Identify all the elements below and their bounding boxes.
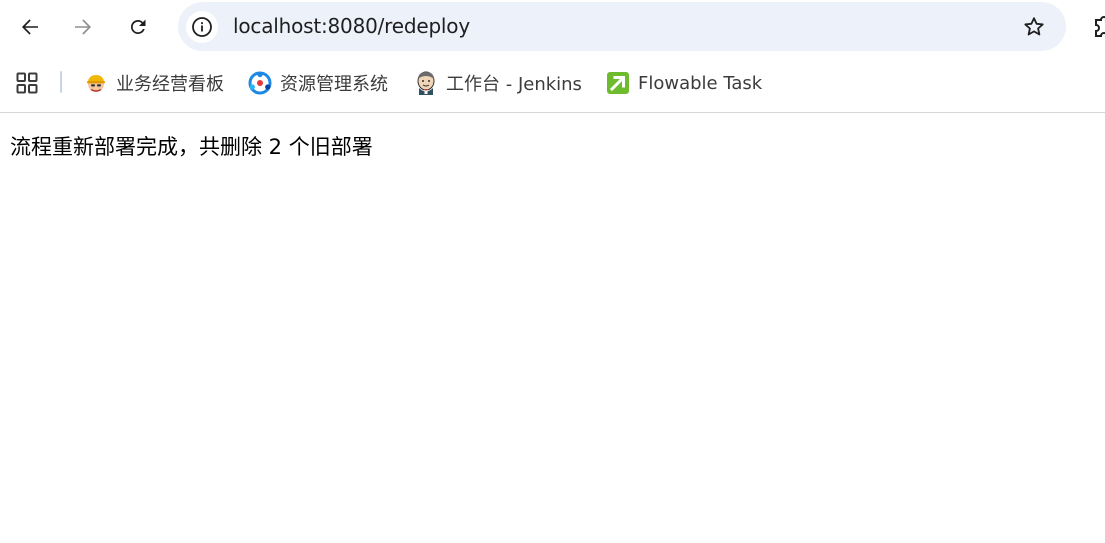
browser-toolbar: localhost:8080/redeploy [0, 0, 1105, 56]
toolbar-divider [0, 112, 1105, 113]
extensions-button[interactable] [1093, 14, 1105, 40]
star-icon [1024, 17, 1044, 36]
bookmarks-bar: 业务经营看板 资源管理系统 工作台 - Jenkins Flowable Tas… [0, 56, 1105, 112]
bookmarks-separator [60, 71, 62, 93]
forward-button[interactable] [66, 10, 100, 44]
resource-logo-icon [248, 71, 272, 95]
bookmark-label: Flowable Task [638, 72, 763, 94]
apps-grid-icon [16, 72, 38, 94]
puzzle-icon [1095, 16, 1105, 37]
bookmark-star-button[interactable] [1020, 13, 1048, 41]
bookmark-jenkins[interactable]: 工作台 - Jenkins [414, 68, 582, 98]
bookmark-business-dashboard[interactable]: 业务经营看板 [84, 68, 224, 98]
jenkins-icon [414, 71, 438, 95]
info-icon [192, 17, 212, 37]
bookmark-resource-system[interactable]: 资源管理系统 [248, 68, 388, 98]
bookmark-label: 工作台 - Jenkins [446, 74, 582, 95]
url-text[interactable]: localhost:8080/redeploy [233, 14, 470, 38]
flowable-icon [606, 71, 630, 95]
redeploy-result-message: 流程重新部署完成，共删除 2 个旧部署 [10, 135, 373, 159]
address-bar[interactable]: localhost:8080/redeploy [178, 2, 1066, 51]
worker-avatar-icon [84, 71, 108, 95]
reload-icon [130, 19, 146, 34]
site-info-button[interactable] [186, 11, 218, 43]
back-button[interactable] [13, 10, 47, 44]
apps-button[interactable] [14, 70, 40, 96]
bookmark-label: 业务经营看板 [116, 74, 224, 95]
forward-arrow-icon [75, 19, 91, 35]
bookmark-flowable-task[interactable]: Flowable Task [606, 68, 762, 98]
back-arrow-icon [22, 19, 38, 35]
reload-button[interactable] [121, 10, 155, 44]
bookmark-label: 资源管理系统 [280, 74, 388, 95]
